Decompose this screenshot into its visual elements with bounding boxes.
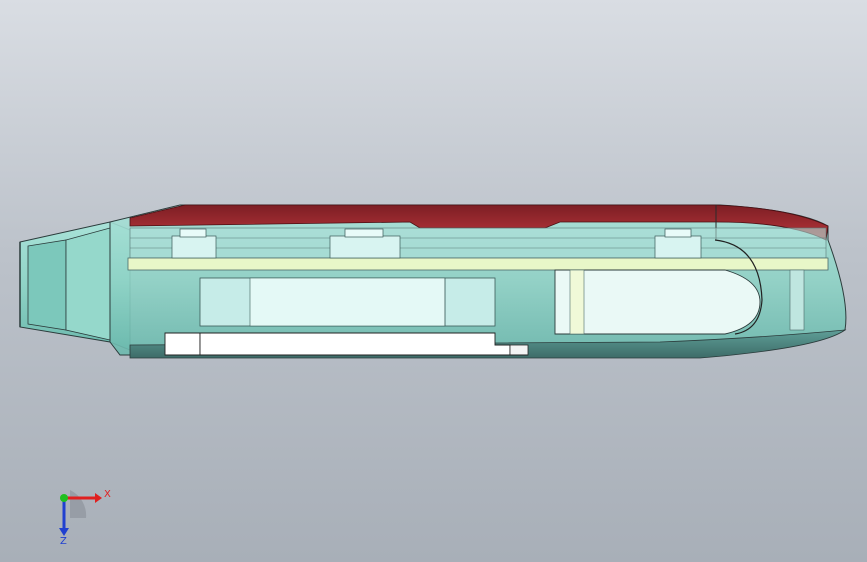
y-axis-dot: [60, 494, 68, 502]
z-axis-label: Z: [60, 536, 67, 547]
central-cylinder[interactable]: [199, 277, 496, 327]
orientation-triad: X Z: [59, 489, 111, 547]
x-axis-arrow: [95, 493, 102, 503]
z-axis-arrow: [59, 528, 69, 536]
inner-rails: [127, 227, 829, 271]
cad-model[interactable]: [0, 0, 867, 562]
base-plate[interactable]: [164, 332, 529, 356]
x-axis-label: X: [104, 489, 111, 500]
cad-viewport[interactable]: X Z: [0, 0, 867, 562]
